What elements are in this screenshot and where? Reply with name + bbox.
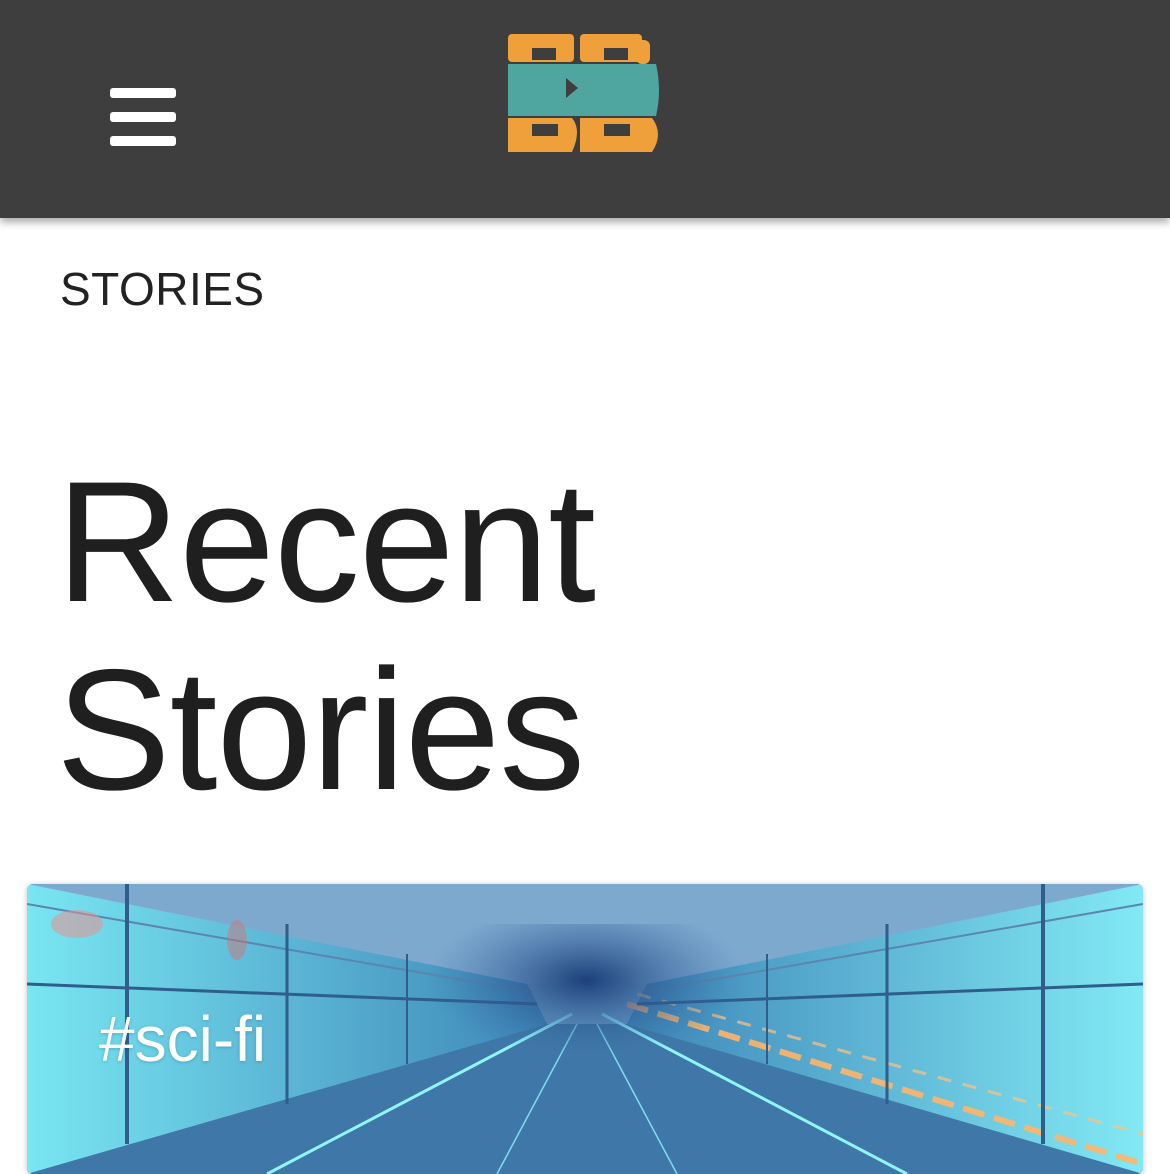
top-navigation-bar (0, 0, 1170, 218)
logo-graphic (508, 34, 659, 152)
menu-bar-line (110, 136, 176, 146)
menu-bar-line (110, 112, 176, 122)
site-logo[interactable] (506, 30, 662, 156)
hamburger-menu-icon[interactable] (110, 88, 176, 146)
menu-bar-line (110, 88, 176, 98)
section-label: STORIES (60, 263, 265, 315)
story-tag[interactable]: #sci-fi (99, 1002, 266, 1076)
page-title: Recent Stories (56, 448, 756, 824)
page-title-line: Recent (56, 446, 596, 638)
story-card[interactable]: #sci-fi (27, 884, 1143, 1174)
page-title-line: Stories (56, 634, 585, 826)
